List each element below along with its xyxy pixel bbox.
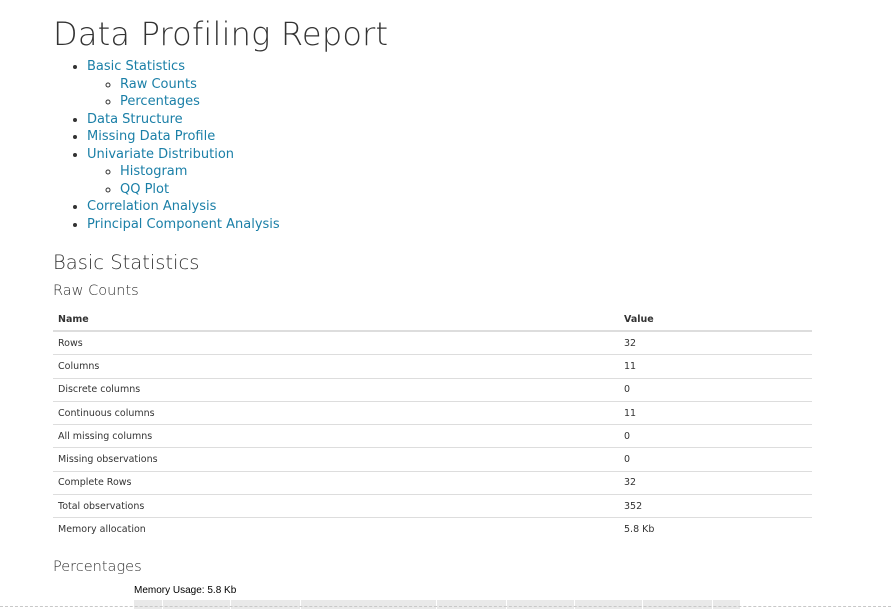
bar-divider xyxy=(506,600,507,609)
table-row: Continuous columns 11 xyxy=(53,400,812,425)
toc-item-qq-plot: QQ Plot xyxy=(120,181,280,199)
bar-divider xyxy=(574,600,575,609)
toc-item-raw-counts: Raw Counts xyxy=(120,76,280,94)
toc-item-basic-statistics: Basic Statistics Raw Counts Percentages xyxy=(87,58,280,111)
toc-item-missing-data-profile: Missing Data Profile xyxy=(87,128,280,146)
row-value: 11 xyxy=(619,400,812,425)
toc-link-data-structure[interactable]: Data Structure xyxy=(87,112,183,127)
row-value: 5.8 Kb xyxy=(619,517,812,541)
table-row: All missing columns 0 xyxy=(53,424,812,448)
row-name: All missing columns xyxy=(53,424,619,448)
toc-link-qq-plot[interactable]: QQ Plot xyxy=(120,182,169,197)
toc-link-univariate-distribution[interactable]: Univariate Distribution xyxy=(87,147,234,162)
column-header-name: Name xyxy=(53,308,619,332)
row-value: 11 xyxy=(619,354,812,379)
row-name: Discrete columns xyxy=(53,377,619,402)
bar-divider xyxy=(300,600,301,609)
section-heading-basic-statistics: Basic Statistics xyxy=(53,251,200,274)
bar-divider xyxy=(436,600,437,609)
toc-link-missing-data-profile[interactable]: Missing Data Profile xyxy=(87,129,215,144)
toc-link-percentages[interactable]: Percentages xyxy=(120,94,200,109)
row-name: Total observations xyxy=(53,494,619,518)
row-name: Missing observations xyxy=(53,447,619,472)
column-header-value: Value xyxy=(619,308,812,332)
row-value: 32 xyxy=(624,337,637,349)
raw-counts-table: Name Value Rows 32 Columns 11 Discrete c… xyxy=(53,308,812,541)
table-row: Missing observations 0 xyxy=(53,447,812,472)
bar-divider xyxy=(230,600,231,609)
bar-divider xyxy=(162,600,163,609)
toc-link-raw-counts[interactable]: Raw Counts xyxy=(120,77,197,92)
bar-divider xyxy=(642,600,643,609)
row-value: 0 xyxy=(619,447,812,472)
toc-item-univariate-distribution: Univariate Distribution Histogram QQ Plo… xyxy=(87,146,280,199)
table-row: Complete Rows 32 xyxy=(53,470,812,495)
memory-usage-label: Memory Usage: 5.8 Kb xyxy=(134,585,237,596)
table-header-row: Name Value xyxy=(53,308,812,332)
table-row: Total observations 352 xyxy=(53,494,812,518)
toc-item-principal-component-analysis: Principal Component Analysis xyxy=(87,216,280,234)
row-value: 352 xyxy=(619,494,812,518)
table-row: Columns 11 xyxy=(53,354,812,379)
row-value: 32 xyxy=(619,470,812,495)
table-row: Memory allocation 5.8 Kb xyxy=(53,517,812,541)
table-row: Rows 32 xyxy=(53,331,812,355)
toc-link-principal-component-analysis[interactable]: Principal Component Analysis xyxy=(87,217,280,232)
row-value: 0 xyxy=(619,424,812,448)
report-title: Data Profiling Report xyxy=(53,15,389,53)
row-name: Continuous columns xyxy=(53,400,619,425)
table-of-contents: Basic Statistics Raw Counts Percentages … xyxy=(53,58,280,233)
toc-item-correlation-analysis: Correlation Analysis xyxy=(87,198,280,216)
toc-item-histogram: Histogram xyxy=(120,163,280,181)
toc-link-histogram[interactable]: Histogram xyxy=(120,164,187,179)
bar-divider xyxy=(712,600,713,609)
percentages-bar-strip xyxy=(134,600,740,609)
table-row: Discrete columns 0 xyxy=(53,377,812,402)
row-name: Rows xyxy=(58,337,83,349)
row-value: 0 xyxy=(619,377,812,402)
page-edge-divider xyxy=(0,606,891,607)
toc-item-percentages: Percentages xyxy=(120,93,280,111)
row-name: Columns xyxy=(53,354,619,379)
subsection-heading-raw-counts: Raw Counts xyxy=(53,283,139,299)
toc-item-data-structure: Data Structure xyxy=(87,111,280,129)
toc-link-basic-statistics[interactable]: Basic Statistics xyxy=(87,59,185,74)
row-name: Complete Rows xyxy=(53,470,619,495)
subsection-heading-percentages: Percentages xyxy=(53,559,142,575)
row-name: Memory allocation xyxy=(53,517,619,541)
toc-link-correlation-analysis[interactable]: Correlation Analysis xyxy=(87,199,216,214)
